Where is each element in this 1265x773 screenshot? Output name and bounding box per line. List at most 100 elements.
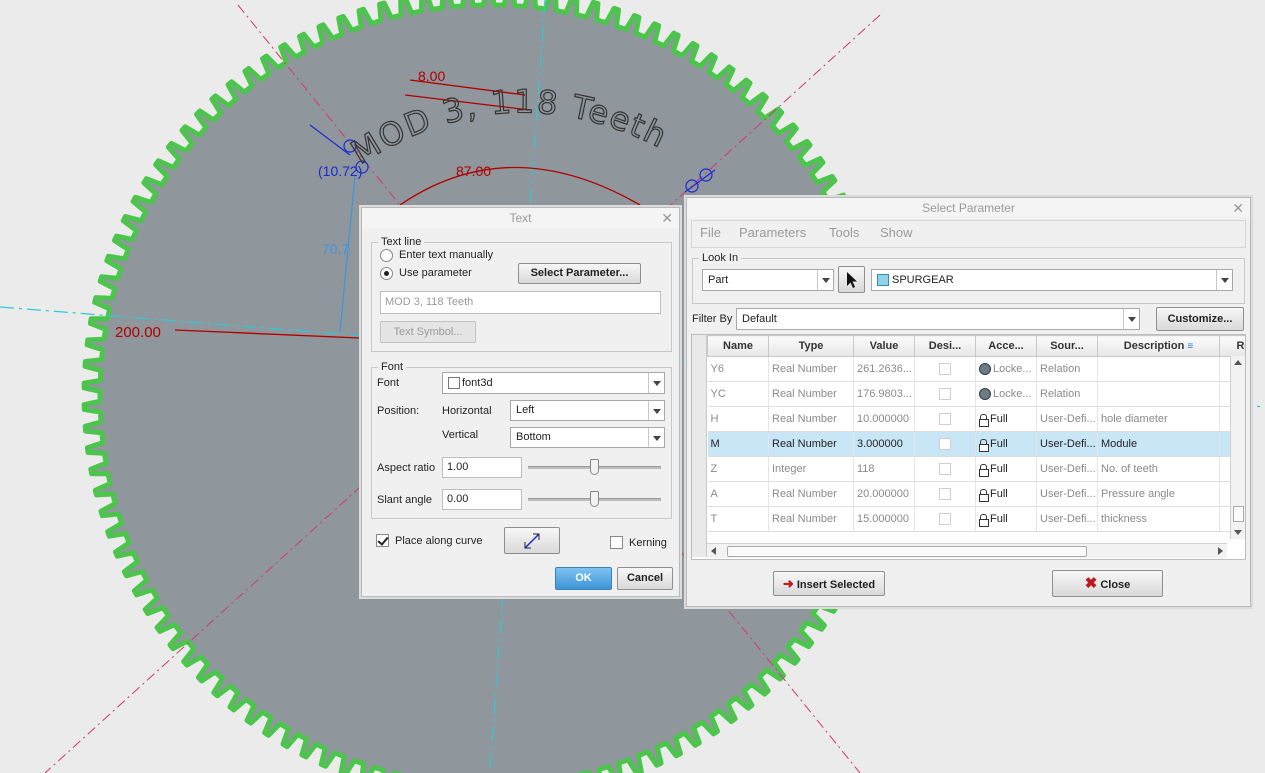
chevron-down-icon[interactable] bbox=[817, 270, 833, 290]
select-parameter-titlebar[interactable]: Select Parameter ✕ bbox=[687, 198, 1250, 218]
table-row[interactable]: YC Real Number 176.9803... Locke... Rela… bbox=[707, 381, 1245, 407]
column-header-type[interactable]: Type bbox=[768, 335, 854, 357]
cell-type: Real Number bbox=[768, 356, 854, 382]
dimension-200[interactable]: 200.00 bbox=[115, 324, 161, 341]
cell-source: User-Defi... bbox=[1036, 431, 1098, 457]
table-row[interactable]: A Real Number 20.000000 Full User-Defi..… bbox=[707, 481, 1245, 507]
dimension-8[interactable]: 8.00 bbox=[418, 68, 445, 84]
aspect-ratio-field[interactable]: 1.00 bbox=[442, 457, 522, 478]
unlock-icon bbox=[979, 488, 989, 502]
vertical-select-value: Bottom bbox=[516, 431, 551, 443]
scroll-up-arrow-icon[interactable] bbox=[1234, 360, 1242, 365]
place-along-curve-checkbox[interactable] bbox=[376, 534, 389, 547]
scroll-right-arrow-icon[interactable] bbox=[1218, 547, 1223, 555]
menu-tools[interactable]: Tools bbox=[829, 225, 859, 240]
dimension-10-72[interactable]: (10.72) bbox=[318, 163, 362, 179]
cell-access: Full bbox=[975, 456, 1037, 482]
use-parameter-radio[interactable] bbox=[380, 267, 393, 280]
kerning-checkbox[interactable] bbox=[610, 536, 623, 549]
part-icon bbox=[877, 274, 889, 287]
chevron-down-icon[interactable] bbox=[1216, 270, 1232, 290]
cell-type: Real Number bbox=[768, 431, 854, 457]
scroll-down-arrow-icon[interactable] bbox=[1234, 530, 1242, 535]
column-header-source[interactable]: Sour... bbox=[1036, 335, 1098, 357]
chevron-down-icon[interactable] bbox=[648, 401, 664, 420]
horizontal-scrollbar[interactable] bbox=[707, 543, 1227, 558]
column-header-access[interactable]: Acce... bbox=[975, 335, 1037, 357]
cell-source: User-Defi... bbox=[1036, 406, 1098, 432]
vertical-select[interactable]: Bottom bbox=[510, 427, 665, 448]
column-header-name[interactable]: Name bbox=[707, 335, 769, 357]
table-row[interactable]: Z Integer 118 Full User-Defi... No. of t… bbox=[707, 456, 1245, 482]
designate-checkbox[interactable] bbox=[939, 388, 951, 401]
slant-angle-field[interactable]: 0.00 bbox=[442, 489, 522, 510]
cancel-button[interactable]: Cancel bbox=[617, 567, 673, 590]
text-symbol-button[interactable]: Text Symbol... bbox=[380, 321, 476, 343]
menu-show[interactable]: Show bbox=[880, 225, 913, 240]
column-header-description[interactable]: Description ≡ bbox=[1097, 335, 1220, 357]
look-in-type-select[interactable]: Part bbox=[702, 269, 834, 291]
designate-checkbox[interactable] bbox=[939, 463, 951, 476]
font-select[interactable]: font3d bbox=[442, 372, 665, 394]
close-icon[interactable]: ✕ bbox=[1232, 198, 1244, 218]
table-row[interactable]: Y6 Real Number 261.2636... Locke... Rela… bbox=[707, 356, 1245, 382]
dimension-70-7[interactable]: 70.7 bbox=[322, 241, 349, 257]
chevron-down-icon[interactable] bbox=[1123, 309, 1139, 329]
cell-access: Full bbox=[975, 431, 1037, 457]
flip-direction-button[interactable] bbox=[504, 527, 560, 554]
select-model-button[interactable] bbox=[838, 266, 865, 293]
cell-access-label: Full bbox=[990, 438, 1008, 450]
cell-access: Full bbox=[975, 506, 1037, 532]
look-in-model-select[interactable]: SPURGEAR bbox=[871, 269, 1233, 291]
close-button[interactable]: ✖ Close bbox=[1052, 570, 1163, 597]
select-parameter-dialog: Select Parameter ✕ File Parameters Tools… bbox=[686, 197, 1251, 607]
cell-designate bbox=[914, 381, 976, 407]
menu-file[interactable]: File bbox=[700, 225, 721, 240]
designate-checkbox[interactable] bbox=[939, 488, 951, 501]
cell-source: User-Defi... bbox=[1036, 506, 1098, 532]
designate-checkbox[interactable] bbox=[939, 413, 951, 426]
cell-description bbox=[1097, 381, 1220, 407]
ok-button[interactable]: OK bbox=[555, 567, 612, 590]
menu-parameters[interactable]: Parameters bbox=[739, 225, 806, 240]
cell-access-label: Full bbox=[990, 488, 1008, 500]
filter-by-select[interactable]: Default bbox=[736, 308, 1140, 330]
table-row-selected[interactable]: M Real Number 3.000000 Full User-Defi...… bbox=[707, 431, 1245, 457]
unlock-icon bbox=[979, 438, 989, 452]
cell-access: Locke... bbox=[975, 381, 1037, 407]
chevron-down-icon[interactable] bbox=[648, 373, 664, 393]
column-header-restricted[interactable]: Re bbox=[1219, 335, 1245, 357]
use-parameter-label[interactable]: Use parameter bbox=[399, 267, 472, 279]
designate-checkbox[interactable] bbox=[939, 363, 951, 376]
chevron-down-icon[interactable] bbox=[648, 428, 664, 447]
cell-source: Relation bbox=[1036, 381, 1098, 407]
column-header-designate[interactable]: Desi... bbox=[914, 335, 976, 357]
designate-checkbox[interactable] bbox=[939, 513, 951, 526]
slant-angle-slider-thumb[interactable] bbox=[590, 491, 599, 507]
vertical-scrollbar[interactable] bbox=[1230, 356, 1245, 539]
text-dialog-titlebar[interactable]: Text ✕ bbox=[362, 208, 679, 228]
horizontal-select[interactable]: Left bbox=[510, 400, 665, 421]
designate-checkbox[interactable] bbox=[939, 438, 951, 451]
table-row[interactable]: H Real Number 10.000000 Full User-Defi..… bbox=[707, 406, 1245, 432]
insert-selected-button[interactable]: ➜ Insert Selected bbox=[773, 571, 885, 596]
scroll-left-arrow-icon[interactable] bbox=[711, 547, 716, 555]
customize-button[interactable]: Customize... bbox=[1156, 307, 1244, 331]
dimension-87[interactable]: 87.00 bbox=[456, 163, 491, 179]
position-label: Position: bbox=[377, 405, 420, 417]
vertical-scroll-thumb[interactable] bbox=[1233, 506, 1244, 522]
unlock-icon bbox=[979, 463, 989, 477]
filter-icon[interactable]: ≡ bbox=[1187, 341, 1193, 352]
parameter-table-frame: Name Type Value Desi... Acce... Sour... … bbox=[691, 334, 1246, 560]
enter-text-manually-radio[interactable] bbox=[380, 249, 393, 262]
table-row[interactable]: T Real Number 15.000000 Full User-Defi..… bbox=[707, 506, 1245, 532]
text-value-field[interactable]: MOD 3, 118 Teeth bbox=[380, 291, 661, 314]
select-parameter-button[interactable]: Select Parameter... bbox=[518, 263, 641, 284]
aspect-ratio-slider-thumb[interactable] bbox=[590, 459, 599, 475]
column-header-value[interactable]: Value bbox=[853, 335, 915, 357]
place-along-curve-label[interactable]: Place along curve bbox=[395, 535, 482, 547]
horizontal-scroll-thumb[interactable] bbox=[727, 546, 1087, 557]
close-icon[interactable]: ✕ bbox=[661, 208, 673, 228]
kerning-label[interactable]: Kerning bbox=[629, 537, 667, 549]
enter-text-manually-label[interactable]: Enter text manually bbox=[399, 249, 493, 261]
